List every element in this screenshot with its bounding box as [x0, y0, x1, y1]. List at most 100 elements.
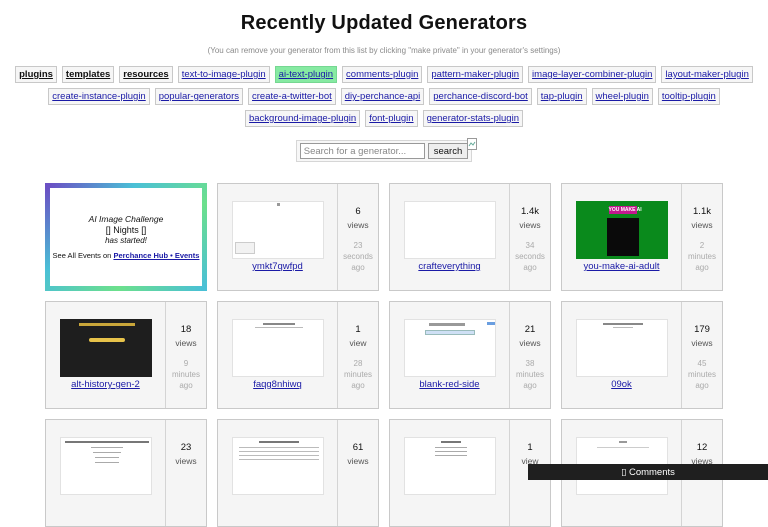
view-count-label: views: [347, 456, 369, 466]
generator-card: 09ok 179 views 45 minutes ago: [561, 301, 723, 409]
generator-link[interactable]: ymkt7qwfpd: [252, 261, 303, 272]
tag-tooltip-plugin[interactable]: tooltip-plugin: [657, 88, 720, 105]
ago-suffix: ago: [351, 263, 365, 272]
generator-card: ymkt7qwfpd 6 views 23 seconds ago: [217, 183, 379, 291]
card-main: [46, 420, 166, 526]
tag-generator-stats-plugin[interactable]: generator-stats-plugin: [422, 110, 523, 127]
view-count: 1.4k: [521, 206, 539, 217]
ago-number: 38: [525, 359, 535, 368]
view-count-label: views: [175, 338, 197, 348]
generator-card: 1 view: [389, 419, 551, 527]
ago-suffix: ago: [695, 381, 709, 390]
generator-thumbnail[interactable]: [231, 201, 324, 259]
event-subtitle: [] Nights []: [105, 225, 147, 235]
tag-ai-text-plugin[interactable]: ai-text-plugin: [274, 66, 338, 83]
tag-templates[interactable]: templates: [61, 66, 115, 83]
generator-thumbnail[interactable]: [403, 201, 496, 259]
generator-thumbnail[interactable]: [59, 437, 152, 495]
event-link[interactable]: Perchance Hub • Events: [113, 251, 199, 260]
generator-card: faqg8nhiwq 1 view 28 minutes ago: [217, 301, 379, 409]
generator-link[interactable]: 09ok: [611, 379, 632, 390]
tag-popular-generators[interactable]: popular-generators: [154, 88, 244, 105]
comments-toggle-button[interactable]: ▯ Comments: [528, 464, 768, 480]
card-stats: 1.4k views 34 seconds ago: [510, 184, 550, 290]
card-stats: 61 views: [338, 420, 378, 526]
tag-comments-plugin[interactable]: comments-plugin: [342, 66, 423, 83]
search-button[interactable]: search: [427, 143, 469, 159]
search-row: search: [0, 138, 768, 168]
tag-create-a-twitter-bot[interactable]: create-a-twitter-bot: [248, 88, 336, 105]
page-subtitle: (You can remove your generator from this…: [207, 46, 561, 55]
card-stats: 1 view 28 minutes ago: [338, 302, 378, 408]
tag-layout-maker-plugin[interactable]: layout-maker-plugin: [661, 66, 753, 83]
ago-unit: seconds: [343, 252, 373, 261]
ago-suffix: ago: [179, 381, 193, 390]
card-main: faqg8nhiwq: [218, 302, 338, 408]
view-count-label: view: [349, 338, 367, 348]
ago-suffix: ago: [523, 263, 537, 272]
card-stats: 18 views 9 minutes ago: [166, 302, 206, 408]
generator-link[interactable]: faqg8nhiwq: [253, 379, 302, 390]
tag-list: plugins templates resources text-to-imag…: [14, 66, 754, 127]
updated-ago: 34 seconds ago: [515, 240, 545, 273]
card-main: [218, 420, 338, 526]
generator-thumbnail[interactable]: [575, 319, 668, 377]
tag-wheel-plugin[interactable]: wheel-plugin: [591, 88, 653, 105]
updated-ago: 38 minutes ago: [516, 358, 544, 391]
view-count-label: views: [691, 338, 713, 348]
ago-suffix: ago: [523, 381, 537, 390]
ago-number: 23: [353, 241, 363, 250]
card-main: YOU MAKE AI you-make-ai-adult: [562, 184, 682, 290]
search-input[interactable]: [299, 143, 425, 159]
tag-tap-plugin[interactable]: tap-plugin: [536, 88, 587, 105]
card-main: crafteverything: [390, 184, 510, 290]
view-count: 18: [180, 324, 192, 335]
generator-thumbnail[interactable]: [59, 319, 152, 377]
tag-resources[interactable]: resources: [119, 66, 173, 83]
generator-thumbnail[interactable]: [403, 319, 496, 377]
updated-ago: 28 minutes ago: [344, 358, 372, 391]
tag-diy-perchance-api[interactable]: diy-perchance-api: [340, 88, 425, 105]
generator-link[interactable]: crafteverything: [418, 261, 480, 272]
tag-create-instance-plugin[interactable]: create-instance-plugin: [48, 88, 150, 105]
tag-perchance-discord-bot[interactable]: perchance-discord-bot: [429, 88, 532, 105]
view-count: 61: [352, 442, 364, 453]
updated-ago: 23 seconds ago: [343, 240, 373, 273]
generator-link[interactable]: alt-history-gen-2: [71, 379, 140, 390]
generator-card: blank-red-side 21 views 38 minutes ago: [389, 301, 551, 409]
updated-ago: 45 minutes ago: [688, 358, 716, 391]
generator-thumbnail[interactable]: [231, 319, 324, 377]
card-stats: 6 views 23 seconds ago: [338, 184, 378, 290]
tag-plugins[interactable]: plugins: [15, 66, 57, 83]
card-main: blank-red-side: [390, 302, 510, 408]
view-count: 1.1k: [693, 206, 711, 217]
event-title: AI Image Challenge: [88, 214, 164, 224]
card-main: 09ok: [562, 302, 682, 408]
ago-number: 34: [525, 241, 535, 250]
card-stats: 23 views: [166, 420, 206, 526]
view-count-label: views: [519, 338, 541, 348]
page-title: Recently Updated Generators: [240, 12, 528, 34]
generator-thumbnail[interactable]: [403, 437, 496, 495]
event-link-prefix: See All Events on: [52, 251, 112, 260]
generator-thumbnail[interactable]: [231, 437, 324, 495]
tag-text-to-image-plugin[interactable]: text-to-image-plugin: [177, 66, 270, 83]
updated-ago: 2 minutes ago: [688, 240, 716, 273]
view-count-label: views: [347, 220, 369, 230]
tag-pattern-maker-plugin[interactable]: pattern-maker-plugin: [427, 66, 524, 83]
event-link-row: See All Events on Perchance Hub • Events: [53, 251, 200, 260]
tag-image-layer-combiner-plugin[interactable]: image-layer-combiner-plugin: [528, 66, 657, 83]
ago-unit: minutes: [515, 370, 544, 379]
view-count: 179: [694, 324, 710, 335]
generator-link[interactable]: you-make-ai-adult: [583, 261, 659, 272]
card-main: ymkt7qwfpd: [218, 184, 338, 290]
tag-background-image-plugin[interactable]: background-image-plugin: [244, 110, 361, 127]
generator-link[interactable]: blank-red-side: [419, 379, 479, 390]
event-card[interactable]: AI Image Challenge [] Nights [] has star…: [45, 183, 207, 291]
card-stats: 21 views 38 minutes ago: [510, 302, 550, 408]
ago-number: 2: [699, 241, 705, 250]
generator-card: 61 views: [217, 419, 379, 527]
ago-suffix: ago: [695, 263, 709, 272]
generator-thumbnail[interactable]: YOU MAKE AI: [575, 201, 668, 259]
tag-font-plugin[interactable]: font-plugin: [365, 110, 418, 127]
